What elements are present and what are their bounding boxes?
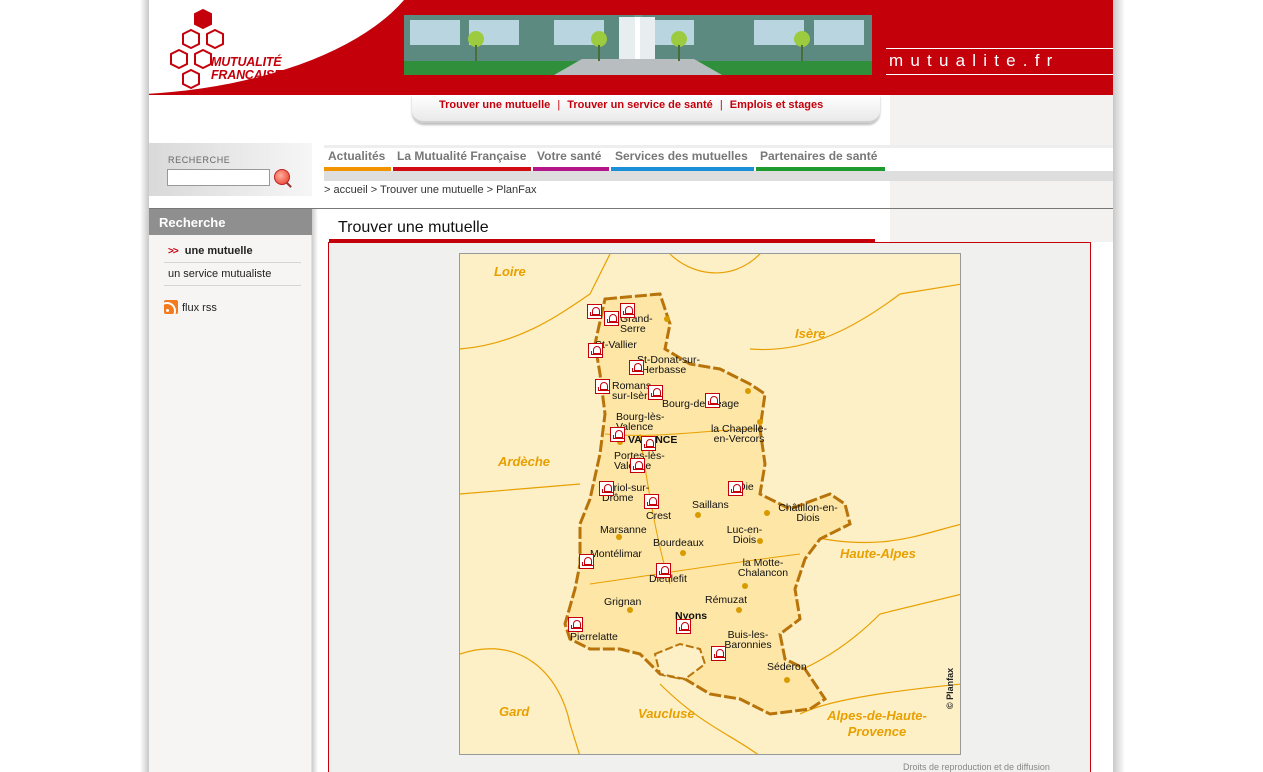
region-label: Ardèche	[498, 454, 551, 469]
page-frame-left	[140, 0, 149, 772]
search-label: RECHERCHE	[168, 155, 231, 165]
mutuelle-marker-icon[interactable]	[705, 393, 720, 408]
mutuelle-marker-icon[interactable]	[587, 304, 602, 319]
town-label: Crest	[646, 510, 672, 522]
page-title: Trouver une mutuelle	[338, 219, 489, 236]
town-label: Châtillon-en-Diois	[778, 502, 838, 524]
region-label: Vaucluse	[638, 706, 695, 721]
mutuelle-marker-icon[interactable]	[620, 303, 635, 318]
rss-icon	[164, 300, 178, 314]
mutuelle-marker-icon[interactable]	[610, 427, 625, 442]
town-label: Marsanne	[600, 524, 647, 536]
content-shadow	[312, 209, 318, 772]
tab-partenaires-de-sante[interactable]: Partenaires de santé	[756, 148, 885, 171]
search-input[interactable]	[167, 169, 270, 186]
region-label: Alpes-de-Haute-Provence	[827, 708, 927, 739]
page-frame-right	[1113, 0, 1125, 772]
mutuelle-marker-icon[interactable]	[588, 343, 603, 358]
mutuelle-marker-icon[interactable]	[644, 494, 659, 509]
mutuelle-marker-icon[interactable]	[648, 385, 663, 400]
logo-text-line2: FRANÇAISE	[211, 68, 283, 82]
town-label: Saillans	[692, 499, 729, 511]
town-label: la Motte-Chalancon	[737, 557, 789, 579]
tab-label: Votre santé	[537, 149, 602, 163]
top-link-separator: |	[557, 99, 561, 111]
tab-label: Actualités	[328, 149, 386, 163]
tab-services-des-mutuelles[interactable]: Services des mutuelles	[611, 148, 754, 171]
town-label: St-Donat-sur-l'Herbasse	[637, 354, 701, 376]
town-label: Montélimar	[590, 548, 642, 560]
region-label: Gard	[499, 704, 530, 719]
top-link-find-health-service[interactable]: Trouver un service de santé	[567, 99, 713, 111]
tab-la-mutualite-francaise[interactable]: La Mutualité Française	[393, 148, 531, 171]
page: MUTUALITÉ FRANÇAISE mutualite.fr Trouver…	[149, 0, 1113, 772]
tab-color-bar	[393, 167, 531, 171]
town-label: la Chapelle-en-Vercors	[710, 423, 768, 445]
town-label: Pierrelatte	[570, 631, 618, 643]
mutuelle-marker-icon[interactable]	[676, 619, 691, 634]
mutuelle-marker-icon[interactable]	[604, 311, 619, 326]
mutuelle-marker-icon[interactable]	[641, 436, 656, 451]
town-label: Bourg-de-Péage	[662, 398, 740, 410]
top-links: Trouver une mutuelle | Trouver un servic…	[439, 99, 823, 111]
sidebar	[149, 209, 312, 772]
town-label: Rémuzat	[705, 594, 748, 606]
tab-actualites[interactable]: Actualités	[324, 148, 391, 171]
tab-label: Partenaires de santé	[760, 149, 878, 163]
sidebar-item-une-mutuelle[interactable]: >> une mutuelle	[164, 240, 301, 263]
mutuelle-marker-icon[interactable]	[595, 379, 610, 394]
town-label: Luc-en-Diois	[726, 524, 763, 546]
top-link-separator: |	[719, 99, 723, 111]
town-label: Séderon	[767, 661, 807, 673]
region-label: Loire	[494, 264, 526, 279]
rss-label: flux rss	[182, 302, 217, 314]
search-icon[interactable]	[274, 169, 290, 185]
region-label: Isère	[795, 326, 826, 341]
mutuelle-marker-icon[interactable]	[711, 646, 726, 661]
map-copyright: © Planfax	[945, 667, 955, 709]
tab-label: Services des mutuelles	[615, 149, 748, 163]
content-right-background	[890, 209, 1113, 242]
tab-color-bar	[611, 167, 754, 171]
top-link-find-mutuelle[interactable]: Trouver une mutuelle	[439, 99, 550, 111]
drome-map: Loire Isère Ardèche Haute-Alpes Gard Vau…	[459, 253, 961, 755]
mutuelle-marker-icon[interactable]	[630, 458, 645, 473]
mutuelle-marker-icon[interactable]	[599, 481, 614, 496]
breadcrumb[interactable]: > accueil > Trouver une mutuelle > PlanF…	[324, 184, 536, 196]
site-domain[interactable]: mutualite.fr	[886, 48, 1113, 75]
header: MUTUALITÉ FRANÇAISE mutualite.fr	[149, 0, 1113, 95]
tab-label: La Mutualité Française	[397, 149, 527, 163]
header-hero-illustration	[404, 15, 872, 75]
building-illustration	[404, 15, 872, 75]
logo-text: MUTUALITÉ FRANÇAISE	[211, 56, 282, 82]
rss-link[interactable]: flux rss	[164, 300, 217, 314]
sidebar-item-label: une mutuelle	[184, 245, 253, 257]
tab-color-bar	[324, 167, 391, 171]
tab-votre-sante[interactable]: Votre santé	[533, 148, 609, 171]
mutuelle-marker-icon[interactable]	[579, 554, 594, 569]
mutuelle-marker-icon[interactable]	[656, 563, 671, 578]
mutuelle-marker-icon[interactable]	[728, 481, 743, 496]
mutualite-logo[interactable]: MUTUALITÉ FRANÇAISE	[165, 8, 285, 93]
main-nav-strip	[324, 171, 1113, 181]
sidebar-item-un-service-mutualiste[interactable]: un service mutualiste	[164, 263, 301, 286]
town-label: Grignan	[604, 596, 642, 608]
sidebar-item-label: un service mutualiste	[168, 268, 272, 280]
tab-color-bar	[756, 167, 885, 171]
sidebar-heading: Recherche	[149, 209, 312, 235]
mutuelle-marker-icon[interactable]	[629, 360, 644, 375]
town-label: Bourdeaux	[653, 537, 704, 549]
tab-color-bar	[533, 167, 609, 171]
double-chevron-icon: >>	[168, 246, 179, 257]
mutuelle-marker-icon[interactable]	[568, 617, 583, 632]
top-link-jobs[interactable]: Emplois et stages	[730, 99, 824, 111]
rights-link[interactable]: Droits de reproduction et de diffusion	[903, 762, 1050, 772]
region-label: Haute-Alpes	[840, 546, 916, 561]
town-label: Bourg-lès-Valence	[616, 411, 665, 433]
